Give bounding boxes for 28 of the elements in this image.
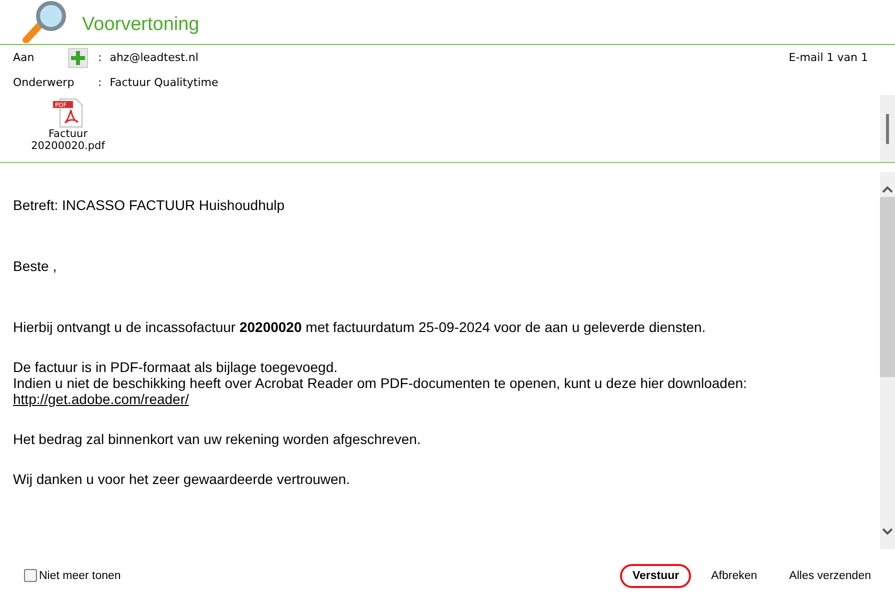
body-text: De factuur is in PDF-formaat als bijlage toegevoegd. <box>13 359 338 375</box>
scrollbar[interactable] <box>880 172 895 549</box>
window-title: Voorvertoning <box>82 14 200 36</box>
checkbox[interactable] <box>24 569 37 582</box>
field-value: ahz@leadtest.nl <box>110 51 198 64</box>
field-label: Onderwerp <box>13 76 73 89</box>
scrollbar[interactable] <box>880 95 895 162</box>
body-text: Hierbij ontvangt u de incassofactuur 20200020 met factuurdatum 25-09-2024 voor de aan u geleverde diensten. <box>13 319 707 335</box>
plus-icon <box>71 50 85 64</box>
scroll-down-icon[interactable] <box>882 528 893 535</box>
footer-button[interactable]: Verstuur <box>620 564 692 588</box>
separator: : <box>98 51 102 64</box>
attachment-name[interactable]: Factuur 20200020.pdf <box>31 128 105 152</box>
body-text: Het bedrag zal binnenkort van uw rekening worden afgeschreven. <box>13 431 422 447</box>
salutation: Beste , <box>13 258 58 274</box>
field-value: Factuur Qualitytime <box>110 76 218 89</box>
footer-button[interactable]: Alles verzenden <box>777 564 883 588</box>
scroll-up-icon[interactable] <box>882 186 893 193</box>
footer-button[interactable]: Afbreken <box>699 564 770 588</box>
body-text: Wij danken u voor het zeer gewaardeerde vertrouwen. <box>13 471 351 487</box>
email-counter: E-mail 1 van 1 <box>788 51 868 64</box>
body-text: Indien u niet de beschikking heeft over Acrobat Reader om PDF-documenten te openen, kunt u deze hier downloaden: <box>13 375 748 391</box>
download-link[interactable]: http://get.adobe.com/reader/ <box>13 391 189 407</box>
separator: : <box>98 76 102 89</box>
field-label: Aan <box>13 51 36 64</box>
subject-line: Betreft: INCASSO FACTUUR Huishoudhulp <box>13 197 286 213</box>
add-button[interactable] <box>68 48 88 68</box>
checkbox-label[interactable]: Niet meer tonen <box>39 570 121 582</box>
